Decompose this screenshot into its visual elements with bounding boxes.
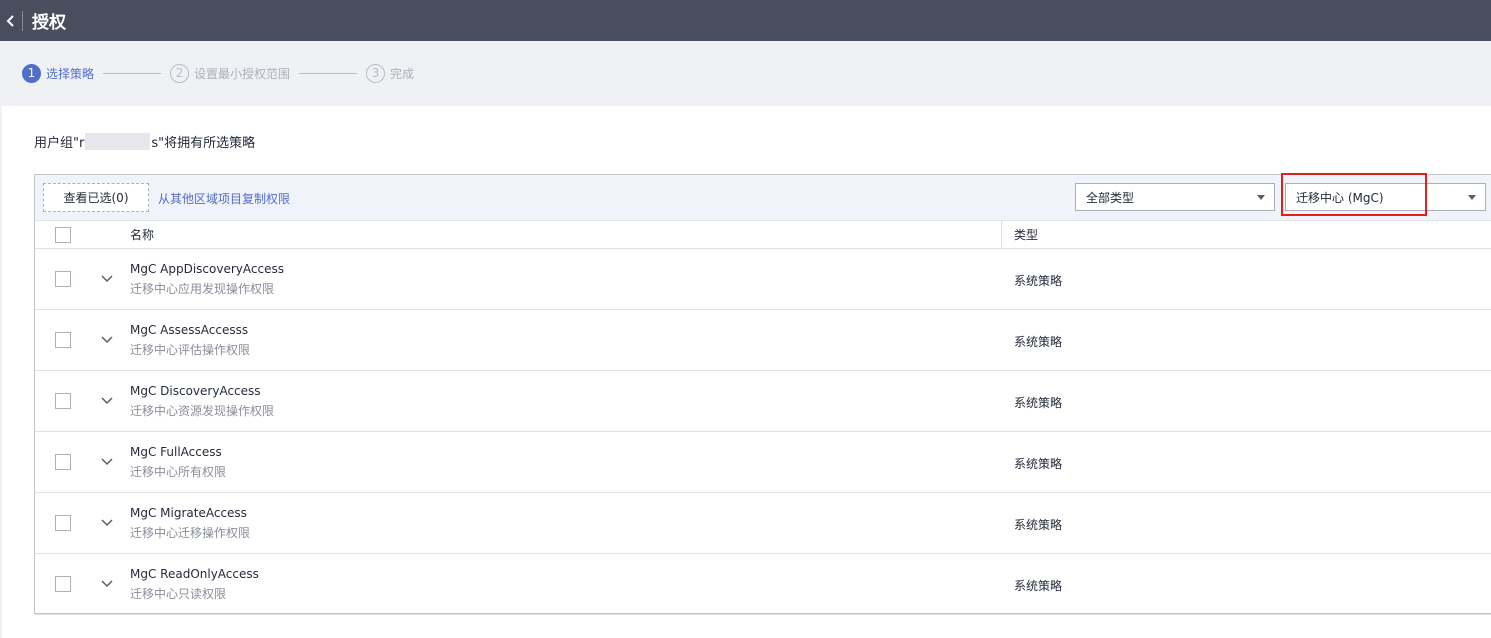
chevron-down-icon[interactable] (101, 458, 113, 466)
policy-name: MgC ReadOnlyAccess (130, 567, 259, 581)
table-row: MgC FullAccess 迁移中心所有权限 系统策略 (35, 432, 1491, 493)
step-3: 3 完成 (366, 63, 415, 83)
step-label: 选择策略 (46, 66, 95, 81)
policy-type: 系统策略 (1014, 579, 1063, 593)
group-description: 用户组"r s"将拥有所选策略 (34, 132, 255, 151)
table-header: 名称 类型 (35, 220, 1491, 249)
policy-description: 迁移中心所有权限 (130, 465, 227, 479)
policy-type-select[interactable]: 全部类型 (1075, 183, 1275, 211)
back-button[interactable] (0, 0, 22, 41)
chevron-down-icon[interactable] (101, 519, 113, 527)
description-suffix: s"将拥有所选策略 (151, 136, 256, 151)
policy-name: MgC DiscoveryAccess (130, 384, 261, 398)
row-checkbox[interactable] (55, 454, 71, 470)
copy-permissions-link[interactable]: 从其他区域项目复制权限 (158, 190, 290, 207)
table-toolbar: 查看已选(0) 从其他区域项目复制权限 全部类型 迁移中心 (MgC) (35, 175, 1491, 220)
row-checkbox[interactable] (55, 332, 71, 348)
description-prefix: 用户组"r (34, 136, 85, 151)
policy-name: MgC MigrateAccess (130, 506, 247, 520)
redacted-group-name (85, 133, 151, 150)
caret-down-icon (1468, 195, 1476, 200)
step-connector (103, 72, 162, 74)
table-row: MgC AssessAccesss 迁移中心评估操作权限 系统策略 (35, 310, 1491, 371)
policy-type: 系统策略 (1014, 457, 1063, 471)
policy-description: 迁移中心应用发现操作权限 (130, 282, 275, 296)
caret-down-icon (1257, 195, 1265, 200)
table-row: MgC ReadOnlyAccess 迁移中心只读权限 系统策略 (35, 554, 1491, 615)
step-indicator: 1 选择策略 2 设置最小授权范围 3 完成 (0, 41, 1491, 105)
policy-type: 系统策略 (1014, 274, 1063, 288)
chevron-down-icon[interactable] (101, 580, 113, 588)
chevron-down-icon[interactable] (101, 336, 113, 344)
header-divider (22, 10, 23, 31)
policy-name: MgC AppDiscoveryAccess (130, 262, 284, 276)
policy-type: 系统策略 (1014, 396, 1063, 410)
view-selected-button[interactable]: 查看已选(0) (43, 183, 149, 212)
step-number: 3 (366, 63, 386, 83)
step-connector (299, 72, 358, 74)
chevron-down-icon[interactable] (101, 275, 113, 283)
policy-description: 迁移中心资源发现操作权限 (130, 404, 275, 418)
policy-description: 迁移中心评估操作权限 (130, 343, 251, 357)
policy-description: 迁移中心迁移操作权限 (130, 526, 251, 540)
page-title: 授权 (32, 13, 66, 33)
policy-description: 迁移中心只读权限 (130, 587, 227, 601)
policy-type: 系统策略 (1014, 518, 1063, 532)
step-number: 1 (22, 63, 41, 83)
step-number: 2 (170, 63, 190, 83)
policy-name: MgC AssessAccesss (130, 323, 249, 337)
policy-name: MgC FullAccess (130, 445, 222, 459)
select-all-checkbox[interactable] (55, 226, 71, 243)
table-row: MgC AppDiscoveryAccess 迁移中心应用发现操作权限 系统策略 (35, 249, 1491, 310)
select-value: 全部类型 (1086, 190, 1135, 205)
row-checkbox[interactable] (55, 271, 71, 287)
content-panel: 用户组"r s"将拥有所选策略 查看已选(0) 从其他区域项目复制权限 全部类型… (2, 106, 1491, 638)
table-row: MgC DiscoveryAccess 迁移中心资源发现操作权限 系统策略 (35, 371, 1491, 432)
row-checkbox[interactable] (55, 515, 71, 531)
chevron-left-icon (6, 14, 14, 27)
policy-type: 系统策略 (1014, 335, 1063, 349)
step-2: 2 设置最小授权范围 (170, 63, 291, 83)
top-bar: 授权 (0, 0, 1491, 41)
row-checkbox[interactable] (55, 576, 71, 592)
chevron-down-icon[interactable] (101, 397, 113, 405)
step-1: 1 选择策略 (22, 63, 95, 83)
column-header-name: 名称 (130, 228, 155, 242)
table-row: MgC MigrateAccess 迁移中心迁移操作权限 系统策略 (35, 493, 1491, 554)
highlight-box (1281, 173, 1427, 216)
policy-table: 查看已选(0) 从其他区域项目复制权限 全部类型 迁移中心 (MgC) 名称 类… (34, 174, 1491, 615)
column-header-type: 类型 (1001, 220, 1038, 249)
step-label: 设置最小授权范围 (194, 66, 291, 81)
row-checkbox[interactable] (55, 393, 71, 409)
step-label: 完成 (390, 66, 415, 81)
